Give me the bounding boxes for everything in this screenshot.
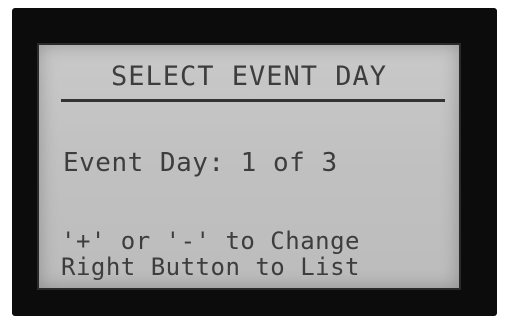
lcd-screen: SELECT EVENT DAY Event Day: 1 of 3 '+' o… bbox=[37, 43, 461, 290]
list-instruction: Right Button to List bbox=[61, 253, 360, 281]
title-divider bbox=[61, 99, 445, 102]
screen-title: SELECT EVENT DAY bbox=[110, 61, 388, 92]
change-instruction: '+' or '-' to Change bbox=[61, 227, 360, 255]
event-day-value: Event Day: 1 of 3 bbox=[63, 148, 338, 178]
